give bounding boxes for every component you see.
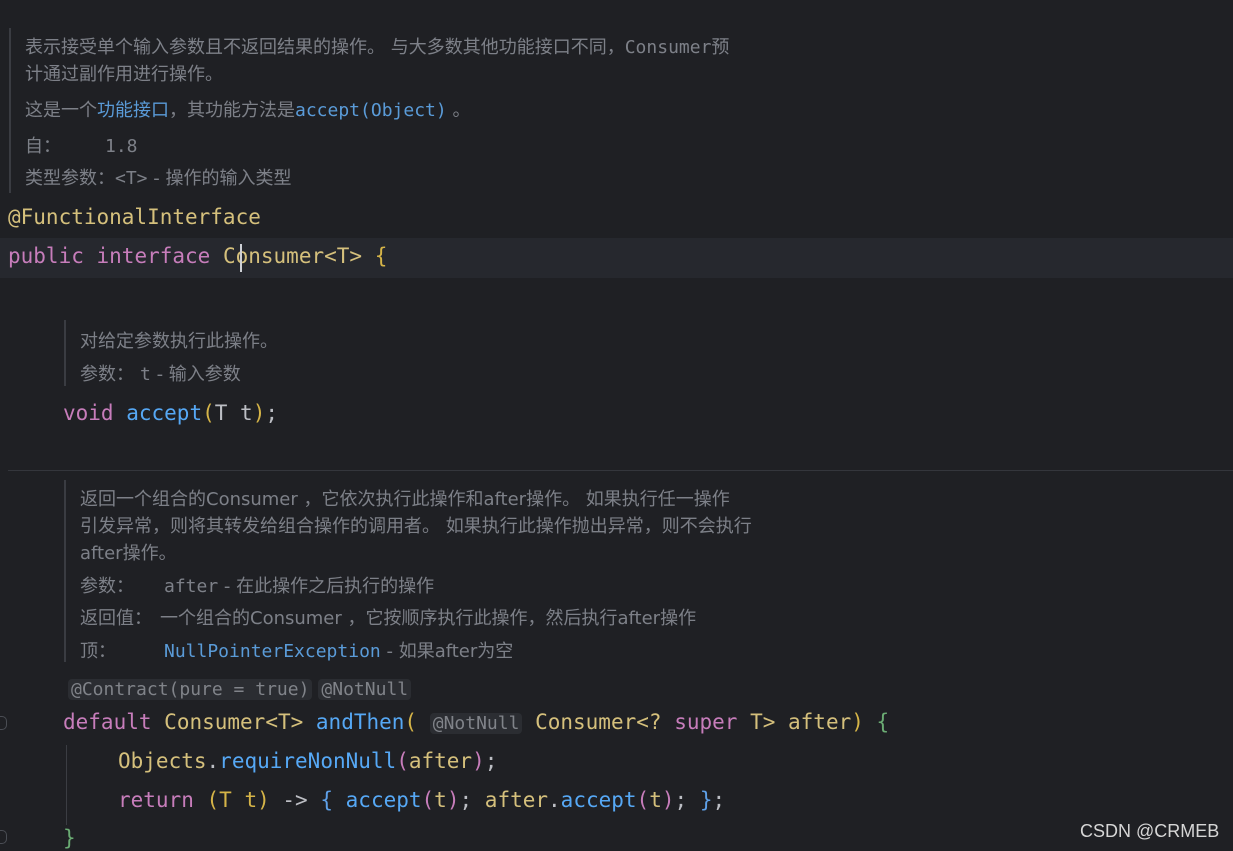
accept-doc-bar [64, 320, 66, 386]
require-non-null-statement[interactable]: Objects.requireNonNull(after); [118, 749, 497, 773]
accept-doc-line-1: 对给定参数执行此操作。 [80, 331, 278, 352]
text-caret [240, 244, 242, 272]
return-lambda-statement[interactable]: return (T t) -> { accept(t); after.accep… [118, 788, 725, 812]
andthen-method-signature[interactable]: default Consumer<T> andThen( @NotNull Co… [63, 710, 889, 734]
andthen-doc-line-2: 引发异常，则将其转发给组合操作的调用者。 如果执行此操作抛出异常，则不会执行 [80, 516, 752, 537]
fold-marker-icon[interactable] [0, 716, 7, 730]
class-doc-type-params: 类型参数：<T> - 操作的输入类型 [25, 168, 292, 189]
method-separator [8, 470, 1233, 471]
class-doc-line-1: 表示接受单个输入参数且不返回结果的操作。 与大多数其他功能接口不同，Consum… [25, 37, 730, 58]
functional-interface-link[interactable]: 功能接口 [97, 100, 169, 121]
andthen-doc-returns: 返回值： 一个组合的Consumer ，它按顺序执行此操作，然后执行after操作 [80, 608, 697, 629]
andthen-doc-params: 参数： after - 在此操作之后执行的操作 [80, 576, 435, 597]
andthen-doc-throws: 顶： NullPointerException - 如果after为空 [80, 641, 514, 662]
andthen-doc-line-1: 返回一个组合的Consumer ，它依次执行此操作和after操作。 如果执行任… [80, 489, 730, 510]
accept-method-declaration[interactable]: void accept(T t); [63, 401, 278, 425]
method-closing-brace: } [63, 826, 76, 850]
csdn-watermark: CSDN @CRMEB [1080, 821, 1220, 841]
null-pointer-exception-link[interactable]: NullPointerException [164, 641, 381, 662]
accept-object-link[interactable]: accept(Object) [295, 100, 447, 121]
param-notnull-inlay[interactable]: @NotNull [429, 713, 523, 734]
fold-end-marker-icon[interactable] [0, 830, 7, 844]
class-doc-bar [9, 28, 11, 193]
andthen-doc-bar [64, 480, 66, 662]
andthen-doc-line-3: after操作。 [80, 543, 177, 564]
class-doc-line-2: 计通过副作用进行操作。 [25, 64, 223, 85]
indent-guide [66, 745, 67, 825]
notnull-inlay[interactable]: @NotNull [318, 679, 412, 700]
inferred-annotations-inlay[interactable]: @Contract(pure = true) @NotNull [68, 679, 412, 700]
contract-inlay[interactable]: @Contract(pure = true) [68, 679, 313, 700]
interface-declaration[interactable]: public interface Consumer<T> { [8, 244, 387, 268]
class-doc-functional: 这是一个功能接口，其功能方法是accept(Object) 。 [25, 100, 471, 121]
functional-interface-annotation[interactable]: @FunctionalInterface [8, 205, 261, 229]
accept-doc-params: 参数： t - 输入参数 [80, 364, 241, 385]
class-doc-since: 自： 1.8 [25, 136, 138, 157]
